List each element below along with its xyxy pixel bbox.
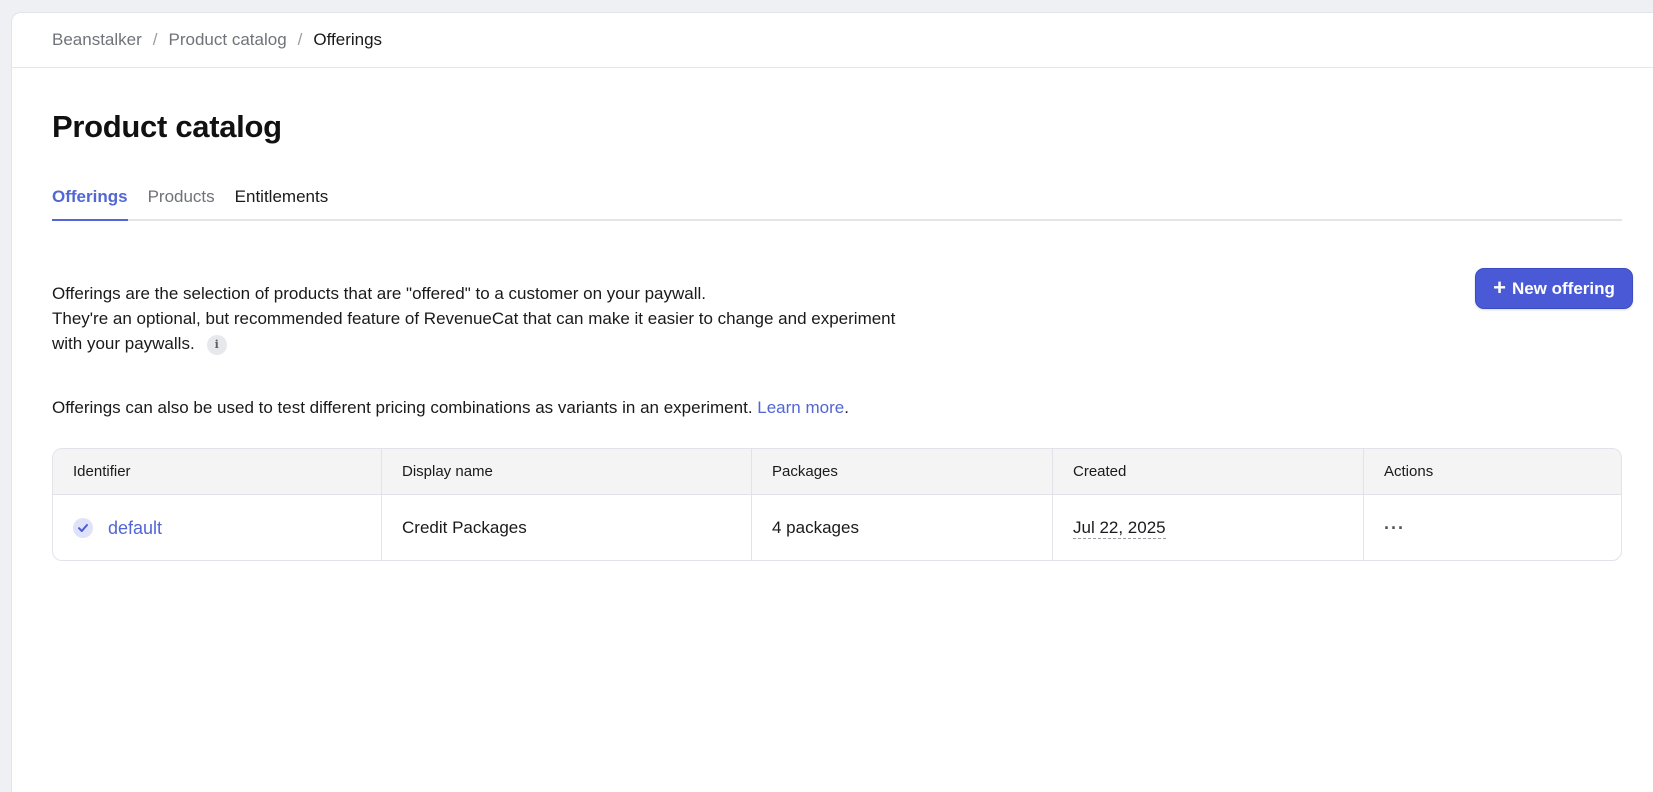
cell-display-name: Credit Packages xyxy=(382,495,752,560)
new-offering-label: New offering xyxy=(1511,278,1615,298)
header-packages: Packages xyxy=(752,449,1053,494)
breadcrumb-project[interactable]: Beanstalker xyxy=(52,30,142,50)
default-check-icon xyxy=(73,518,93,538)
breadcrumb-separator: / xyxy=(152,30,158,49)
cell-created: Jul 22, 2025 xyxy=(1053,495,1364,560)
header-display-name: Display name xyxy=(382,449,752,494)
experiment-note: Offerings can also be used to test diffe… xyxy=(52,395,849,420)
tab-offerings[interactable]: Offerings xyxy=(52,183,128,221)
cell-packages: 4 packages xyxy=(752,495,1053,560)
header-created: Created xyxy=(1053,449,1364,494)
learn-more-link[interactable]: Learn more xyxy=(757,398,844,417)
plus-icon: + xyxy=(1493,274,1506,300)
table-header: Identifier Display name Packages Created… xyxy=(53,449,1621,495)
description-line-2: They're an optional, but recommended fea… xyxy=(52,309,896,355)
breadcrumb-current: Offerings xyxy=(313,30,383,49)
breadcrumb: Beanstalker / Product catalog / Offering… xyxy=(12,13,1653,68)
tab-products[interactable]: Products xyxy=(148,183,215,221)
header-actions: Actions xyxy=(1384,463,1434,480)
main-panel: Beanstalker / Product catalog / Offering… xyxy=(11,12,1653,792)
breadcrumb-product-catalog[interactable]: Product catalog xyxy=(169,30,287,50)
experiment-note-text: Offerings can also be used to test diffe… xyxy=(52,398,758,417)
created-date: Jul 22, 2025 xyxy=(1073,518,1166,539)
new-offering-button[interactable]: + New offering xyxy=(1475,268,1633,309)
breadcrumb-separator: / xyxy=(297,30,303,49)
offerings-description: Offerings are the selection of products … xyxy=(52,281,912,356)
cell-identifier: default xyxy=(53,495,382,560)
description-line-1: Offerings are the selection of products … xyxy=(52,284,707,303)
header-identifier: Identifier xyxy=(53,449,382,494)
tab-entitlements[interactable]: Entitlements xyxy=(235,183,329,221)
table-row[interactable]: default Credit Packages 4 packages Jul 2… xyxy=(53,495,1621,560)
page-title: Product catalog xyxy=(52,109,282,144)
offerings-table: Identifier Display name Packages Created… xyxy=(52,448,1622,561)
experiment-note-period: . xyxy=(844,398,849,417)
cell-actions: ··· xyxy=(1364,495,1621,560)
more-actions-icon[interactable]: ··· xyxy=(1384,518,1405,539)
offering-identifier-link[interactable]: default xyxy=(108,518,162,539)
info-icon[interactable]: i xyxy=(206,334,227,355)
tab-bar: Offerings Products Entitlements xyxy=(52,183,1622,221)
